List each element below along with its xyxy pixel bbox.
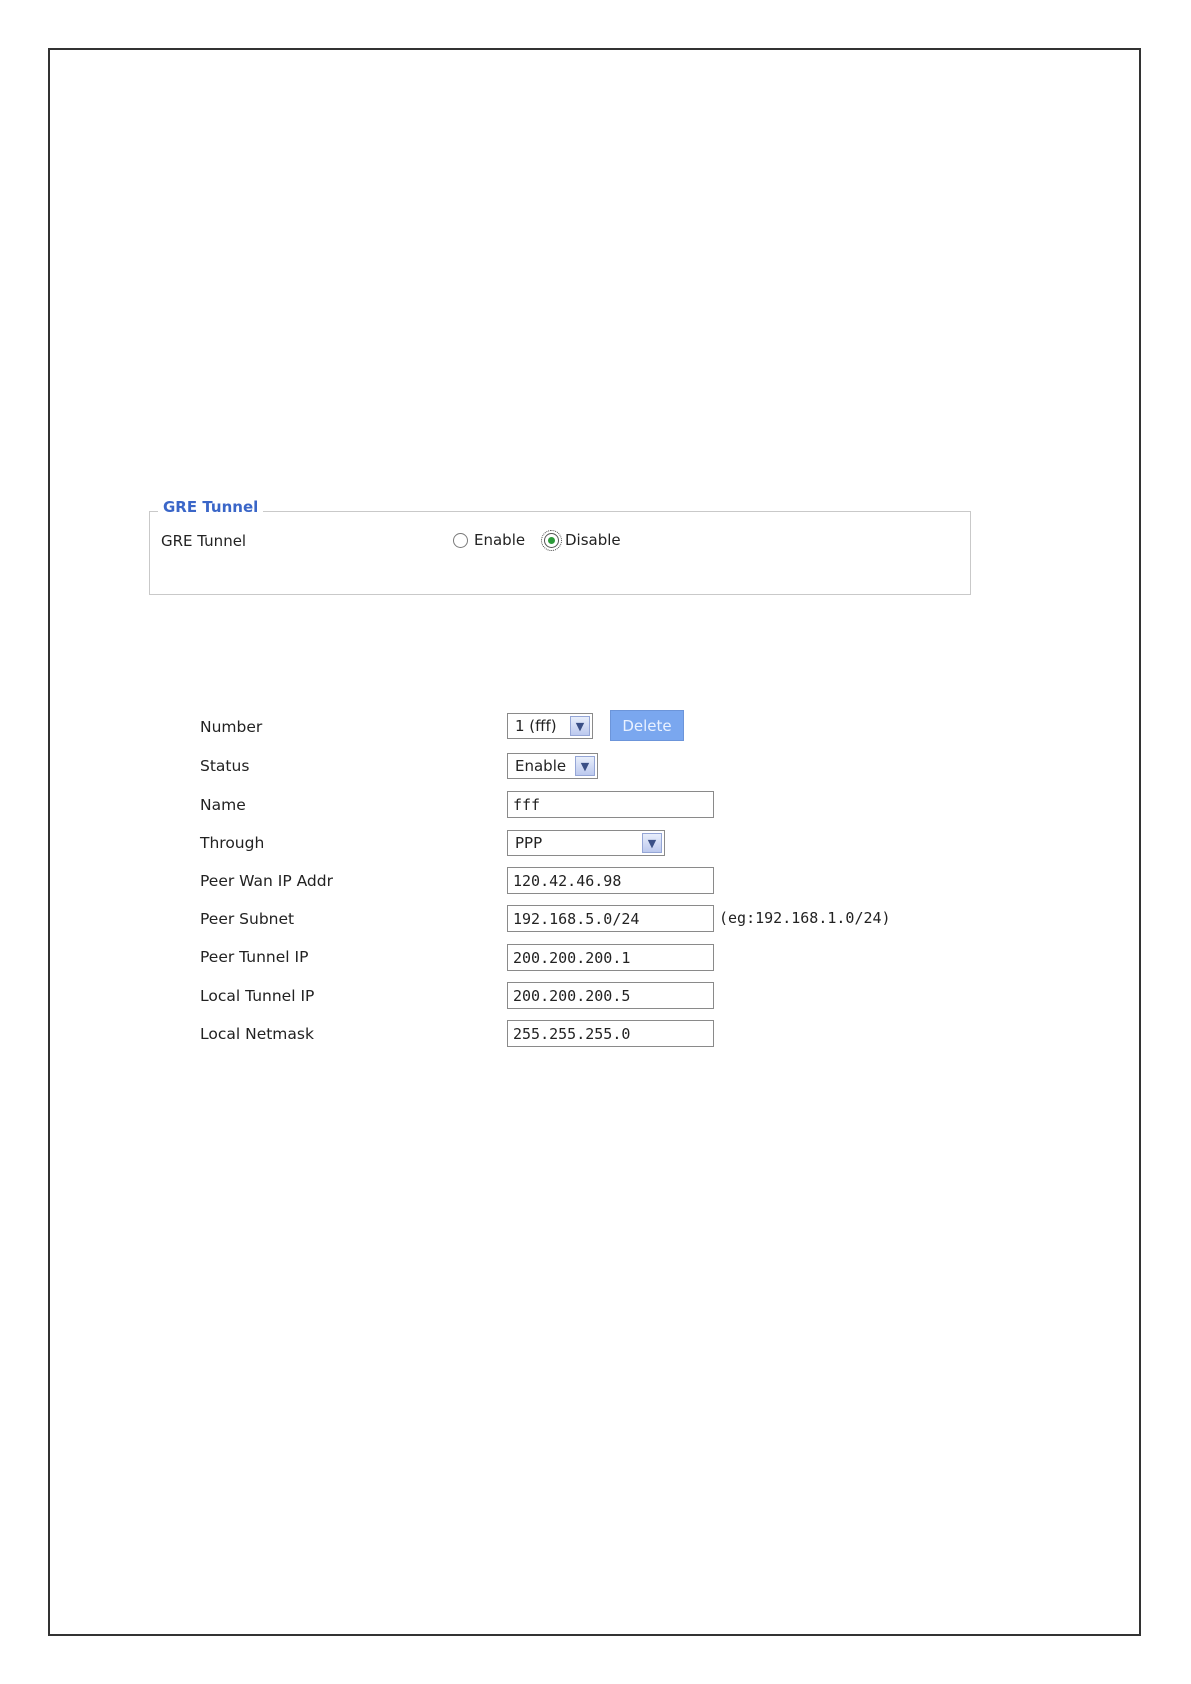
through-label: Through [200, 834, 265, 852]
peer-tunnel-ip-input[interactable] [507, 944, 714, 971]
peer-subnet-input[interactable] [507, 905, 714, 932]
chevron-down-icon[interactable]: ▼ [570, 716, 590, 736]
status-select-value: Enable [515, 757, 567, 775]
gre-enable-radio[interactable] [453, 532, 468, 548]
name-input[interactable] [507, 791, 714, 818]
delete-button[interactable]: Delete [610, 710, 684, 741]
gre-disable-option[interactable]: Disable [541, 529, 621, 551]
gre-tunnel-group: GRE Tunnel GRE Tunnel Enable Disable [149, 498, 971, 595]
peer-wan-ip-label: Peer Wan IP Addr [200, 872, 333, 890]
gre-tunnel-legend: GRE Tunnel [158, 498, 264, 516]
chevron-down-icon[interactable]: ▼ [642, 833, 662, 853]
peer-subnet-hint: (eg:192.168.1.0/24) [719, 909, 891, 927]
peer-subnet-label: Peer Subnet [200, 910, 295, 928]
status-select[interactable]: Enable ▼ [507, 753, 598, 779]
gre-tunnel-label: GRE Tunnel [161, 532, 247, 550]
number-label: Number [200, 718, 263, 736]
local-netmask-label: Local Netmask [200, 1025, 314, 1043]
name-label: Name [200, 796, 246, 814]
peer-tunnel-ip-label: Peer Tunnel IP [200, 948, 309, 966]
peer-wan-ip-input[interactable] [507, 867, 714, 894]
local-tunnel-ip-label: Local Tunnel IP [200, 987, 315, 1005]
chevron-down-icon[interactable]: ▼ [575, 756, 595, 776]
local-tunnel-ip-input[interactable] [507, 982, 714, 1009]
number-select[interactable]: 1 (fff) ▼ [507, 713, 593, 739]
number-select-value: 1 (fff) [515, 717, 557, 735]
gre-disable-label: Disable [565, 531, 621, 549]
status-label: Status [200, 757, 250, 775]
through-select[interactable]: PPP ▼ [507, 830, 665, 856]
through-select-value: PPP [515, 834, 543, 852]
gre-disable-radio[interactable] [541, 529, 562, 551]
gre-enable-label: Enable [474, 531, 526, 549]
local-netmask-input[interactable] [507, 1020, 714, 1047]
gre-enable-option[interactable]: Enable [453, 531, 525, 549]
